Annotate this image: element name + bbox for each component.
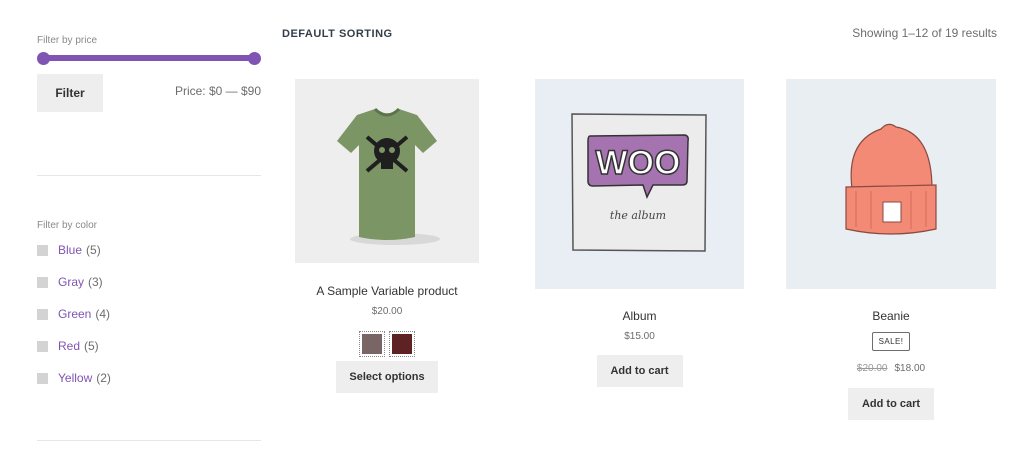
product-card: A Sample Variable product $20.00 Select … xyxy=(295,79,479,393)
price-filter-title: Filter by price xyxy=(37,35,98,46)
album-image: WOO the album xyxy=(571,113,707,252)
checkbox[interactable] xyxy=(37,276,48,288)
product-title[interactable]: A Sample Variable product xyxy=(295,284,479,298)
color-name[interactable]: Green xyxy=(58,307,91,321)
sale-badge: SALE! xyxy=(871,332,911,351)
checkbox[interactable] xyxy=(37,244,48,256)
price-slider-min-handle[interactable] xyxy=(37,52,50,65)
product-image[interactable] xyxy=(786,79,996,289)
color-count: (2) xyxy=(96,371,111,385)
original-price: $20.00 xyxy=(856,363,888,374)
product-card: WOO the album Album $15.00 Add to cart xyxy=(535,79,744,387)
product-price: $15.00 xyxy=(624,331,655,342)
checkbox[interactable] xyxy=(37,308,48,320)
color-name[interactable]: Gray xyxy=(58,275,84,289)
checkbox[interactable] xyxy=(37,372,48,384)
sorting-dropdown[interactable]: DEFAULT SORTING xyxy=(282,28,393,40)
product-title[interactable]: Album xyxy=(535,309,744,323)
color-filter-item-yellow[interactable]: Yellow (2) xyxy=(37,367,261,399)
color-count: (5) xyxy=(84,339,99,353)
album-logo-text: WOO xyxy=(596,144,681,182)
price-range-label: Price: $0 — $90 xyxy=(174,84,261,98)
product-image[interactable] xyxy=(295,79,479,263)
swatch-option[interactable] xyxy=(359,331,385,357)
color-filter-item-red[interactable]: Red (5) xyxy=(37,335,261,367)
color-name[interactable]: Red xyxy=(58,339,80,353)
price-slider-range xyxy=(43,55,255,61)
product-price: $20.00 $18.00 xyxy=(786,363,996,374)
color-swatches xyxy=(295,331,479,357)
divider xyxy=(37,440,261,441)
beanie-image xyxy=(845,123,937,235)
color-name[interactable]: Yellow xyxy=(58,371,92,385)
product-title[interactable]: Beanie xyxy=(786,309,996,323)
color-filter-list: Blue (5) Gray (3) Green (4) Red (5) Yell… xyxy=(37,239,261,399)
color-filter-item-green[interactable]: Green (4) xyxy=(37,303,261,335)
color-count: (4) xyxy=(95,307,111,321)
product-price: $20.00 xyxy=(371,306,403,317)
add-to-cart-button[interactable]: Add to cart xyxy=(848,388,934,420)
checkbox[interactable] xyxy=(37,340,48,352)
album-subtext: the album xyxy=(610,209,666,222)
color-filter-item-gray[interactable]: Gray (3) xyxy=(37,271,261,303)
swatch-option[interactable] xyxy=(389,331,415,357)
color-count: (5) xyxy=(86,243,101,257)
color-filter-item-blue[interactable]: Blue (5) xyxy=(37,239,261,271)
product-image[interactable]: WOO the album xyxy=(535,79,744,289)
add-to-cart-button[interactable]: Add to cart xyxy=(596,355,683,387)
divider xyxy=(37,175,261,176)
price-slider[interactable] xyxy=(37,52,261,65)
color-count: (3) xyxy=(88,275,103,289)
filter-button[interactable]: Filter xyxy=(37,74,103,112)
product-card: Beanie SALE! $20.00 $18.00 Add to cart xyxy=(786,79,996,420)
select-options-button[interactable]: Select options xyxy=(336,361,438,393)
sale-price: $18.00 xyxy=(894,363,926,374)
color-name[interactable]: Blue xyxy=(58,243,82,257)
color-filter-title: Filter by color xyxy=(37,220,98,231)
tshirt-image xyxy=(337,107,440,245)
result-count: Showing 1–12 of 19 results xyxy=(852,26,997,40)
price-slider-max-handle[interactable] xyxy=(248,52,261,65)
